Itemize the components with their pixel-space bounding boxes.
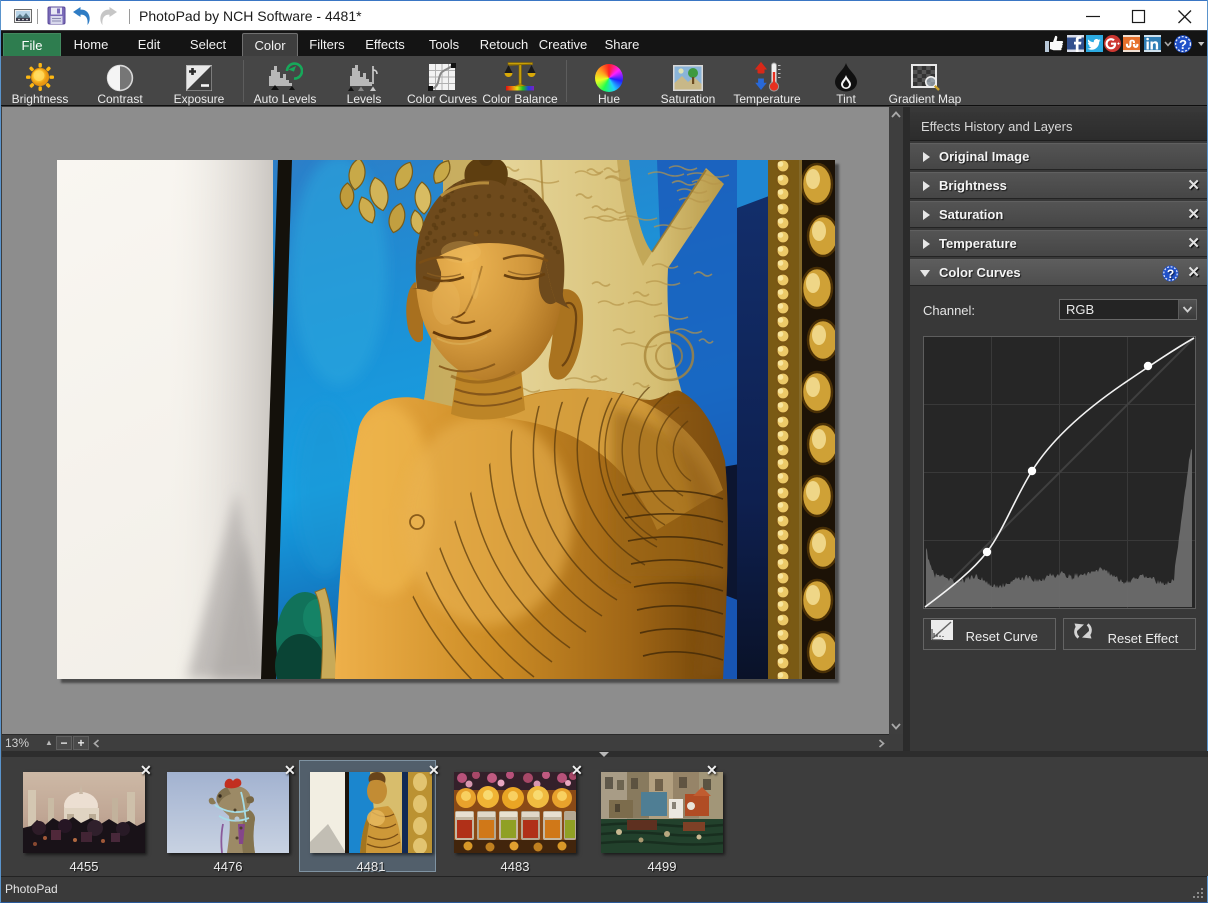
svg-text:?: ? xyxy=(1179,37,1187,52)
svg-text:?: ? xyxy=(1167,267,1174,281)
